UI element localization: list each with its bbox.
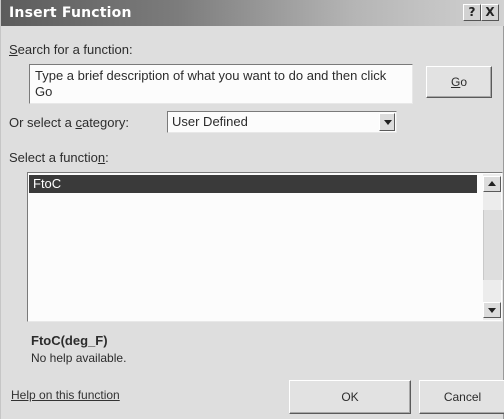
go-label-text: o (460, 75, 468, 89)
help-on-function-link[interactable]: Help on this function (11, 388, 120, 402)
search-label-accesskey: S (9, 42, 18, 57)
help-icon[interactable]: ? (463, 4, 481, 21)
function-list-label: Select a function: (9, 150, 109, 165)
cancel-button[interactable]: Cancel (419, 380, 504, 414)
category-select[interactable]: User Defined (167, 111, 397, 133)
go-label-accesskey: G (450, 75, 461, 89)
function-list-label-before: Select a functio (9, 150, 98, 165)
go-button[interactable]: Go (426, 66, 492, 98)
category-selected-value: User Defined (172, 114, 248, 129)
search-label-text: earch for a function: (17, 42, 133, 57)
category-label-before: Or select a (9, 115, 76, 130)
dialog-title: Insert Function (9, 5, 132, 21)
insert-function-dialog: Insert Function ? X Search for a functio… (0, 0, 504, 419)
scroll-down-button[interactable] (483, 302, 501, 318)
function-description: No help available. (31, 351, 127, 365)
close-icon[interactable]: X (481, 4, 499, 21)
function-list[interactable]: FtoC (27, 172, 503, 322)
chevron-up-icon (488, 181, 496, 186)
function-list-scrollbar[interactable] (483, 174, 502, 320)
function-list-label-after: : (105, 150, 109, 165)
chevron-down-icon (384, 120, 392, 125)
function-signature: FtoC(deg_F) (31, 333, 108, 348)
category-dropdown-button[interactable] (379, 113, 395, 131)
ok-button[interactable]: OK (289, 380, 411, 414)
title-bar[interactable]: Insert Function ? X (1, 0, 504, 26)
search-label: Search for a function: (9, 42, 133, 57)
category-label-after: ategory: (81, 115, 129, 130)
scroll-thumb[interactable] (483, 210, 502, 280)
list-item[interactable]: FtoC (29, 175, 477, 193)
search-input[interactable]: Type a brief description of what you wan… (29, 64, 413, 104)
scroll-up-button[interactable] (483, 176, 501, 192)
category-label: Or select a category: (9, 115, 129, 130)
chevron-down-icon (488, 308, 496, 313)
